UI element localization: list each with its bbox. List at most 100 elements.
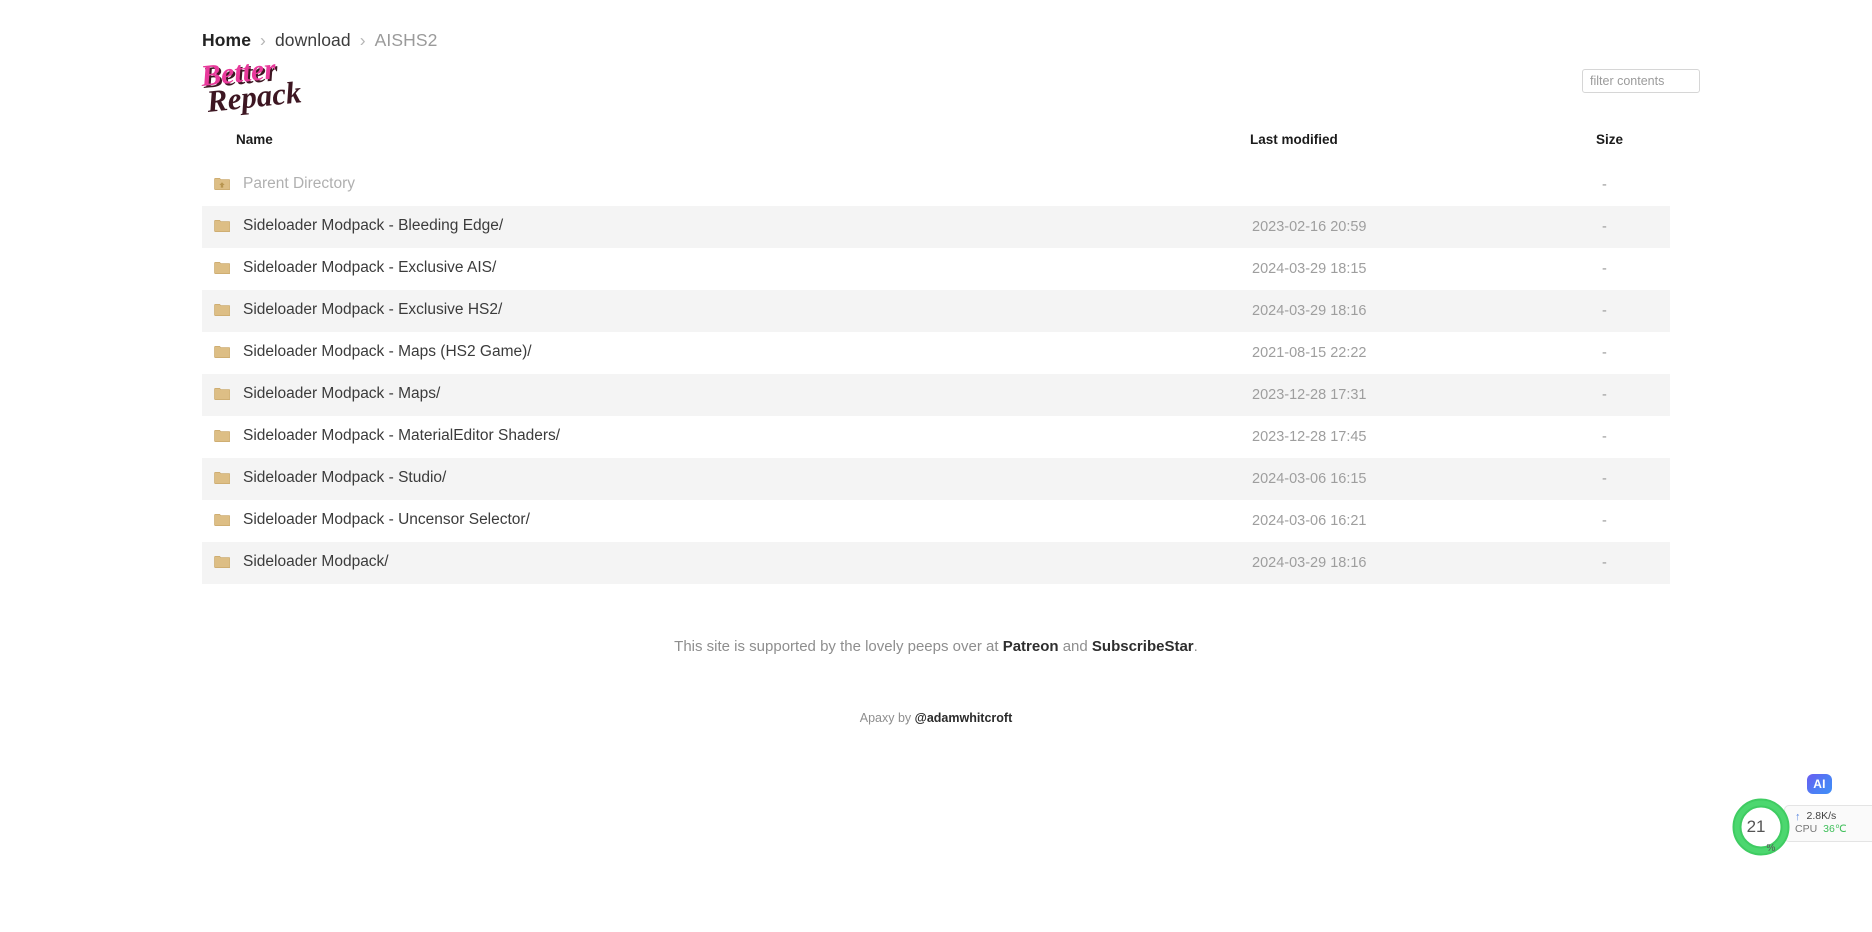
directory-link[interactable]: Sideloader Modpack - Maps (HS2 Game)/ — [214, 343, 532, 361]
cpu-usage-ring[interactable]: 21% — [1730, 796, 1792, 858]
cpu-temperature-value: 36℃ — [1823, 823, 1847, 836]
credit-author-link[interactable]: @adamwhitcroft — [915, 711, 1013, 725]
cpu-label: CPU — [1795, 823, 1818, 836]
ai-badge[interactable]: AI — [1807, 774, 1832, 794]
parent-directory-row[interactable]: Parent Directory - — [202, 164, 1670, 206]
cell-size: - — [1602, 513, 1607, 529]
folder-icon — [214, 513, 230, 527]
breadcrumb: Home › download › AISHS2 — [202, 30, 438, 51]
entry-name: Sideloader Modpack - Bleeding Edge/ — [243, 216, 504, 234]
entry-name: Sideloader Modpack - Uncensor Selector/ — [243, 510, 530, 528]
cell-size: - — [1602, 261, 1607, 277]
cell-last-modified — [1250, 164, 1550, 206]
cpu-usage-percent-sign: % — [1766, 843, 1776, 854]
folder-up-icon — [214, 177, 230, 191]
directory-link[interactable]: Sideloader Modpack - Maps/ — [214, 385, 440, 403]
folder-icon — [214, 303, 230, 317]
directory-link[interactable]: Sideloader Modpack/ — [214, 553, 389, 571]
cpu-usage-text: 21% — [1730, 796, 1792, 858]
directory-link[interactable]: Sideloader Modpack - Exclusive HS2/ — [214, 301, 502, 319]
directory-link[interactable]: Sideloader Modpack - Bleeding Edge/ — [214, 217, 503, 235]
entry-name: Sideloader Modpack - Exclusive AIS/ — [243, 258, 497, 276]
cell-last-modified: 2024-03-29 18:15 — [1252, 261, 1367, 277]
cell-last-modified: 2023-12-28 17:31 — [1252, 387, 1367, 403]
cell-name: Parent Directory — [202, 164, 1250, 206]
breadcrumb-separator-2: › — [359, 30, 366, 50]
folder-icon — [214, 345, 230, 359]
page-root: Home › download › AISHS2 Better Better Repac… — [0, 0, 1872, 932]
cell-name: Sideloader Modpack - Bleeding Edge/ — [202, 206, 1250, 248]
table-row[interactable]: Sideloader Modpack - MaterialEditor Shad… — [202, 416, 1670, 458]
stats-pill[interactable]: ↑ 2.8K/s CPU 36℃ — [1784, 805, 1872, 842]
support-suffix: . — [1193, 638, 1198, 655]
apaxy-credit: Apaxy by @adamwhitcroft — [0, 711, 1872, 725]
performance-widget[interactable]: AI ↑ 2.8K/s CPU 36℃ 21% — [1730, 774, 1872, 884]
folder-icon — [214, 471, 230, 485]
folder-icon — [214, 387, 230, 401]
filter-input[interactable] — [1582, 69, 1700, 93]
support-prefix: This site is supported by the lovely pee… — [674, 638, 1003, 655]
cell-size: - — [1602, 387, 1607, 403]
entry-name: Sideloader Modpack - MaterialEditor Shad… — [243, 426, 561, 444]
cell-last-modified: 2023-02-16 20:59 — [1252, 219, 1367, 235]
cell-name: Sideloader Modpack - Maps (HS2 Game)/ — [202, 332, 1250, 374]
cpu-stat-row: CPU 36℃ — [1795, 824, 1872, 836]
cell-last-modified: 2024-03-06 16:15 — [1252, 471, 1367, 487]
cell-name: Sideloader Modpack - Studio/ — [202, 458, 1250, 500]
table-row[interactable]: Sideloader Modpack - Exclusive AIS/2024-… — [202, 248, 1670, 290]
cell-name: Sideloader Modpack - Exclusive AIS/ — [202, 248, 1250, 290]
cell-name: Sideloader Modpack - Uncensor Selector/ — [202, 500, 1250, 542]
table-row[interactable]: Sideloader Modpack - Exclusive HS2/2024-… — [202, 290, 1670, 332]
cell-last-modified: 2024-03-29 18:16 — [1252, 555, 1367, 571]
cell-last-modified: 2024-03-29 18:16 — [1252, 303, 1367, 319]
entry-name: Sideloader Modpack/ — [243, 552, 389, 570]
parent-directory-link[interactable]: Parent Directory — [214, 175, 355, 193]
entry-name: Sideloader Modpack - Studio/ — [243, 468, 447, 486]
cell-last-modified: 2023-12-28 17:45 — [1252, 429, 1367, 445]
breadcrumb-home[interactable]: Home — [202, 30, 251, 50]
subscribestar-link[interactable]: SubscribeStar — [1092, 638, 1194, 655]
entry-name: Sideloader Modpack - Maps/ — [243, 384, 441, 402]
column-header-last-modified[interactable]: Last modified — [1250, 132, 1550, 164]
table-row[interactable]: Sideloader Modpack - Maps/2023-12-28 17:… — [202, 374, 1670, 416]
directory-link[interactable]: Sideloader Modpack - Studio/ — [214, 469, 446, 487]
directory-link[interactable]: Sideloader Modpack - Uncensor Selector/ — [214, 511, 530, 529]
table-header-row: Name Last modified Size — [202, 132, 1670, 164]
table-row[interactable]: Sideloader Modpack - Uncensor Selector/2… — [202, 500, 1670, 542]
network-stat-row: ↑ 2.8K/s — [1795, 811, 1872, 823]
cell-size: - — [1602, 345, 1607, 361]
column-header-name[interactable]: Name — [202, 132, 1250, 164]
table-row[interactable]: Sideloader Modpack - Maps (HS2 Game)/ 202… — [202, 332, 1670, 374]
breadcrumb-separator-1: › — [260, 30, 266, 50]
directory-listing-table: Name Last modified Size Parent Directory… — [202, 132, 1670, 584]
table-head: Name Last modified Size — [202, 132, 1670, 164]
cell-name: Sideloader Modpack - Exclusive HS2/ — [202, 290, 1250, 332]
cell-name: Sideloader Modpack - MaterialEditor Shad… — [202, 416, 1250, 458]
cpu-usage-value: 21 — [1746, 817, 1766, 836]
cell-size: - — [1602, 177, 1607, 193]
network-speed-value: 2.8K/s — [1806, 810, 1837, 823]
folder-icon — [214, 219, 230, 233]
table-body: Parent Directory - Sideloader Modpack - Bl… — [202, 164, 1670, 584]
breadcrumb-current: AISHS2 — [374, 30, 438, 50]
folder-icon — [214, 261, 230, 275]
cell-size: - — [1602, 303, 1607, 319]
directory-link[interactable]: Sideloader Modpack - Exclusive AIS/ — [214, 259, 496, 277]
cell-name: Sideloader Modpack - Maps/ — [202, 374, 1250, 416]
cell-size: - — [1602, 219, 1607, 235]
support-middle: and — [1058, 638, 1092, 655]
breadcrumb-download[interactable]: download — [275, 30, 351, 50]
column-header-size[interactable]: Size — [1550, 132, 1670, 164]
patreon-link[interactable]: Patreon — [1003, 638, 1059, 655]
directory-link[interactable]: Sideloader Modpack - MaterialEditor Shad… — [214, 427, 560, 445]
folder-icon — [214, 555, 230, 569]
table-row[interactable]: Sideloader Modpack/2024-03-29 18:16 - — [202, 542, 1670, 584]
credit-prefix: Apaxy by — [859, 711, 915, 725]
cell-size: - — [1602, 471, 1607, 487]
table-row[interactable]: Sideloader Modpack - Bleeding Edge/2023-… — [202, 206, 1670, 248]
cell-size: - — [1602, 555, 1607, 571]
table-row[interactable]: Sideloader Modpack - Studio/2024-03-06 1… — [202, 458, 1670, 500]
folder-icon — [214, 429, 230, 443]
betterrepack-logo[interactable]: Better Better Repack — [200, 62, 360, 120]
cell-size: - — [1602, 429, 1607, 445]
